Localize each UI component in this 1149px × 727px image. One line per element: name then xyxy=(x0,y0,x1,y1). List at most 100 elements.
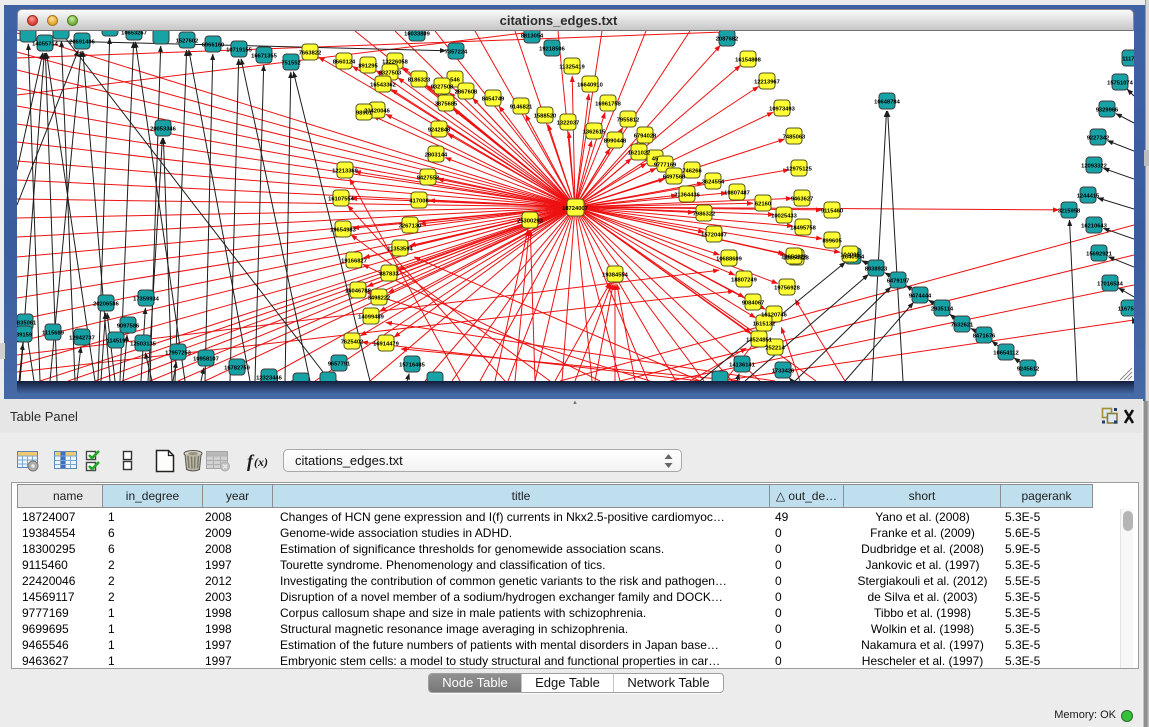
svg-text:11325419: 11325419 xyxy=(559,65,585,71)
svg-text:1322037: 1322037 xyxy=(557,121,580,127)
svg-text:114519: 114519 xyxy=(106,339,126,345)
svg-text:1527602: 1527602 xyxy=(176,39,199,45)
svg-text:252214: 252214 xyxy=(765,346,785,352)
svg-text:8427552: 8427552 xyxy=(417,176,440,182)
svg-text:18807249: 18807249 xyxy=(731,278,758,284)
svg-text:10688609: 10688609 xyxy=(716,257,743,263)
svg-text:19384554: 19384554 xyxy=(602,273,629,279)
svg-text:14136141: 14136141 xyxy=(729,363,756,369)
svg-text:19654923: 19654923 xyxy=(781,255,808,261)
svg-text:3624554: 3624554 xyxy=(702,180,725,186)
svg-text:9245612: 9245612 xyxy=(1017,367,1040,373)
svg-text:98901: 98901 xyxy=(356,111,373,117)
svg-text:20206586: 20206586 xyxy=(93,302,120,308)
svg-text:3498222: 3498222 xyxy=(368,296,391,302)
svg-text:9777169: 9777169 xyxy=(654,163,677,169)
svg-text:39159: 39159 xyxy=(17,333,33,339)
svg-text:887833: 887833 xyxy=(379,272,399,278)
svg-text:1835061: 1835061 xyxy=(17,321,37,327)
svg-text:14055714: 14055714 xyxy=(32,42,59,48)
svg-text:12093322: 12093322 xyxy=(1081,164,1107,170)
svg-text:20053346: 20053346 xyxy=(150,127,177,133)
svg-text:8813054: 8813054 xyxy=(521,34,544,40)
svg-text:7955812: 7955812 xyxy=(617,118,640,124)
svg-text:11172: 11172 xyxy=(1122,57,1134,63)
svg-text:1167534: 1167534 xyxy=(1118,307,1134,313)
svg-text:7357224: 7357224 xyxy=(445,50,468,56)
svg-text:9327508: 9327508 xyxy=(431,85,454,91)
svg-text:899605: 899605 xyxy=(822,239,842,245)
svg-text:10653267: 10653267 xyxy=(121,31,147,37)
svg-text:746266: 746266 xyxy=(682,169,702,175)
svg-text:16543362: 16543362 xyxy=(370,83,396,89)
svg-text:10654112: 10654112 xyxy=(993,351,1018,357)
svg-text:9084067: 9084067 xyxy=(742,301,765,307)
svg-text:9474444: 9474444 xyxy=(909,294,932,300)
svg-text:14099489: 14099489 xyxy=(358,315,385,321)
svg-text:10807487: 10807487 xyxy=(724,191,750,197)
svg-text:19654983: 19654983 xyxy=(330,228,357,234)
svg-text:1621022: 1621022 xyxy=(628,151,651,157)
svg-text:3875685: 3875685 xyxy=(435,102,458,108)
svg-text:16210643: 16210643 xyxy=(1081,224,1108,230)
svg-text:891295: 891295 xyxy=(358,64,378,70)
svg-text:18724007: 18724007 xyxy=(562,206,588,212)
svg-text:6966160: 6966160 xyxy=(202,43,225,49)
svg-text:19218506: 19218506 xyxy=(539,47,566,53)
svg-text:10719155: 10719155 xyxy=(226,48,253,54)
svg-text:3267130: 3267130 xyxy=(399,224,422,230)
svg-text:9097586: 9097586 xyxy=(117,324,140,330)
svg-text:9146821: 9146821 xyxy=(510,105,533,111)
svg-text:8186323: 8186323 xyxy=(408,78,431,84)
svg-text:17016534: 17016534 xyxy=(1097,282,1124,288)
svg-text:2867608: 2867608 xyxy=(455,90,478,96)
svg-text:10648784: 10648784 xyxy=(874,100,901,106)
svg-text:16154808: 16154808 xyxy=(735,58,762,64)
svg-text:16046788: 16046788 xyxy=(345,289,372,295)
svg-text:1244415: 1244415 xyxy=(1077,194,1100,200)
svg-text:16914479: 16914479 xyxy=(373,342,400,348)
svg-text:1588520: 1588520 xyxy=(534,114,557,120)
svg-text:15692921: 15692921 xyxy=(1086,252,1113,258)
svg-text:19756928: 19756928 xyxy=(774,286,801,292)
svg-text:1615132: 1615132 xyxy=(753,322,776,328)
svg-text:7625402: 7625402 xyxy=(341,340,364,346)
svg-text:8454749: 8454749 xyxy=(482,97,505,103)
svg-text:751552: 751552 xyxy=(281,61,300,67)
svg-text:13524851: 13524851 xyxy=(746,338,773,344)
svg-text:6479197: 6479197 xyxy=(887,279,910,285)
svg-text:7663822: 7663822 xyxy=(299,51,322,57)
svg-text:12213369: 12213369 xyxy=(332,169,359,175)
svg-text:12503135: 12503135 xyxy=(130,342,157,348)
svg-text:(x): (x) xyxy=(254,455,268,469)
svg-text:8938923: 8938923 xyxy=(865,267,888,273)
svg-text:6794028: 6794028 xyxy=(634,134,657,140)
svg-text:11353594: 11353594 xyxy=(387,247,413,253)
svg-text:16782759: 16782759 xyxy=(224,366,251,372)
svg-text:62160: 62160 xyxy=(755,202,771,208)
svg-text:16961758: 16961758 xyxy=(595,102,622,108)
svg-text:10973493: 10973493 xyxy=(769,107,796,113)
svg-text:15716485: 15716485 xyxy=(399,363,426,369)
svg-text:9463627: 9463627 xyxy=(791,197,814,203)
svg-text:25300293: 25300293 xyxy=(517,219,544,225)
svg-text:2935114: 2935114 xyxy=(931,307,954,313)
svg-text:8471676: 8471676 xyxy=(973,334,996,340)
svg-text:9657791: 9657791 xyxy=(328,362,351,368)
svg-text:17359934: 17359934 xyxy=(133,297,160,303)
svg-text:9242848: 9242848 xyxy=(428,128,451,134)
svg-text:16107554: 16107554 xyxy=(328,197,355,203)
svg-text:9227342: 9227342 xyxy=(1087,136,1110,142)
svg-text:15720407: 15720407 xyxy=(701,233,727,239)
svg-text:20691406: 20691406 xyxy=(69,40,96,46)
svg-text:9327503: 9327503 xyxy=(379,71,402,77)
svg-text:13226058: 13226058 xyxy=(382,60,409,66)
svg-text:8660124: 8660124 xyxy=(333,60,356,66)
svg-text:16033809: 16033809 xyxy=(404,32,431,38)
svg-text:19166827: 19166827 xyxy=(341,259,367,265)
svg-text:7986322: 7986322 xyxy=(693,212,716,218)
svg-text:2087682: 2087682 xyxy=(716,37,739,43)
svg-text:417006: 417006 xyxy=(409,199,429,205)
svg-text:7632621: 7632621 xyxy=(951,323,974,329)
svg-text:18495758: 18495758 xyxy=(790,226,817,232)
